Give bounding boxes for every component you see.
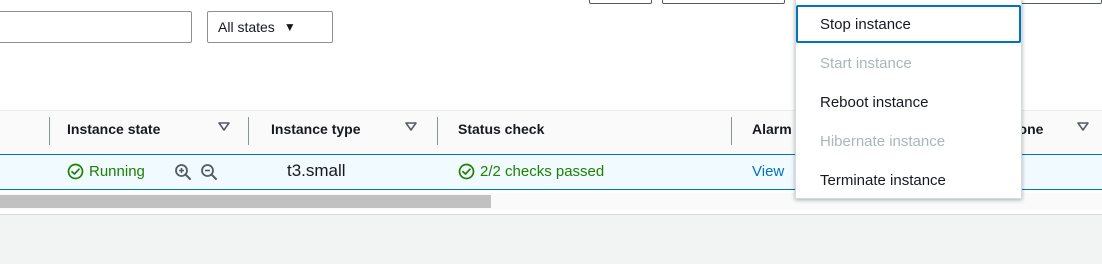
check-circle-icon	[458, 163, 475, 180]
zoom-out-icon[interactable]	[200, 163, 218, 181]
sort-icon[interactable]	[1076, 120, 1090, 134]
status-check-cell: 2/2 checks passed	[458, 163, 604, 180]
search-input[interactable]	[0, 11, 192, 43]
sort-icon[interactable]	[404, 120, 418, 134]
menu-item-label: Terminate instance	[820, 171, 946, 189]
column-header-alarm[interactable]: Alarm	[752, 121, 792, 137]
column-header-instance-type[interactable]: Instance type	[271, 121, 360, 137]
alarm-view-link[interactable]: View	[752, 163, 784, 180]
menu-item-label: Reboot instance	[820, 93, 929, 111]
menu-item-stop-instance[interactable]: Stop instance	[796, 5, 1021, 43]
column-header-status-check[interactable]: Status check	[458, 121, 544, 137]
column-divider[interactable]	[731, 117, 732, 145]
menu-item-terminate-instance[interactable]: Terminate instance	[796, 161, 1021, 199]
column-header-instance-state[interactable]: Instance state	[67, 121, 160, 137]
scrollbar-thumb[interactable]	[0, 195, 491, 208]
column-divider[interactable]	[49, 117, 50, 145]
menu-item-reboot-instance[interactable]: Reboot instance	[796, 83, 1021, 121]
details-panel-background	[0, 214, 1102, 264]
caret-down-icon: ▼	[283, 20, 296, 34]
menu-item-hibernate-instance: Hibernate instance	[796, 122, 1021, 160]
zoom-in-icon[interactable]	[174, 163, 192, 181]
toolbar-button-2[interactable]	[662, 0, 785, 4]
instance-states-filter[interactable]: All states ▼	[207, 11, 333, 43]
column-divider[interactable]	[437, 117, 438, 145]
sort-icon[interactable]	[217, 120, 231, 134]
menu-item-label: Hibernate instance	[820, 132, 946, 150]
instance-state-value: Running	[89, 163, 145, 180]
instance-type-value: t3.small	[287, 161, 346, 180]
menu-item-start-instance: Start instance	[796, 44, 1021, 82]
check-circle-icon	[67, 163, 84, 180]
instance-state-cell: Running	[67, 163, 145, 180]
status-check-value: 2/2 checks passed	[480, 163, 605, 180]
states-filter-value: All states	[218, 19, 275, 35]
menu-item-label: Stop instance	[820, 15, 911, 33]
instance-state-menu: Stop instance Start instance Reboot inst…	[795, 0, 1022, 199]
column-divider[interactable]	[248, 117, 249, 145]
toolbar-button-1[interactable]	[589, 0, 652, 4]
menu-item-label: Start instance	[820, 54, 912, 72]
